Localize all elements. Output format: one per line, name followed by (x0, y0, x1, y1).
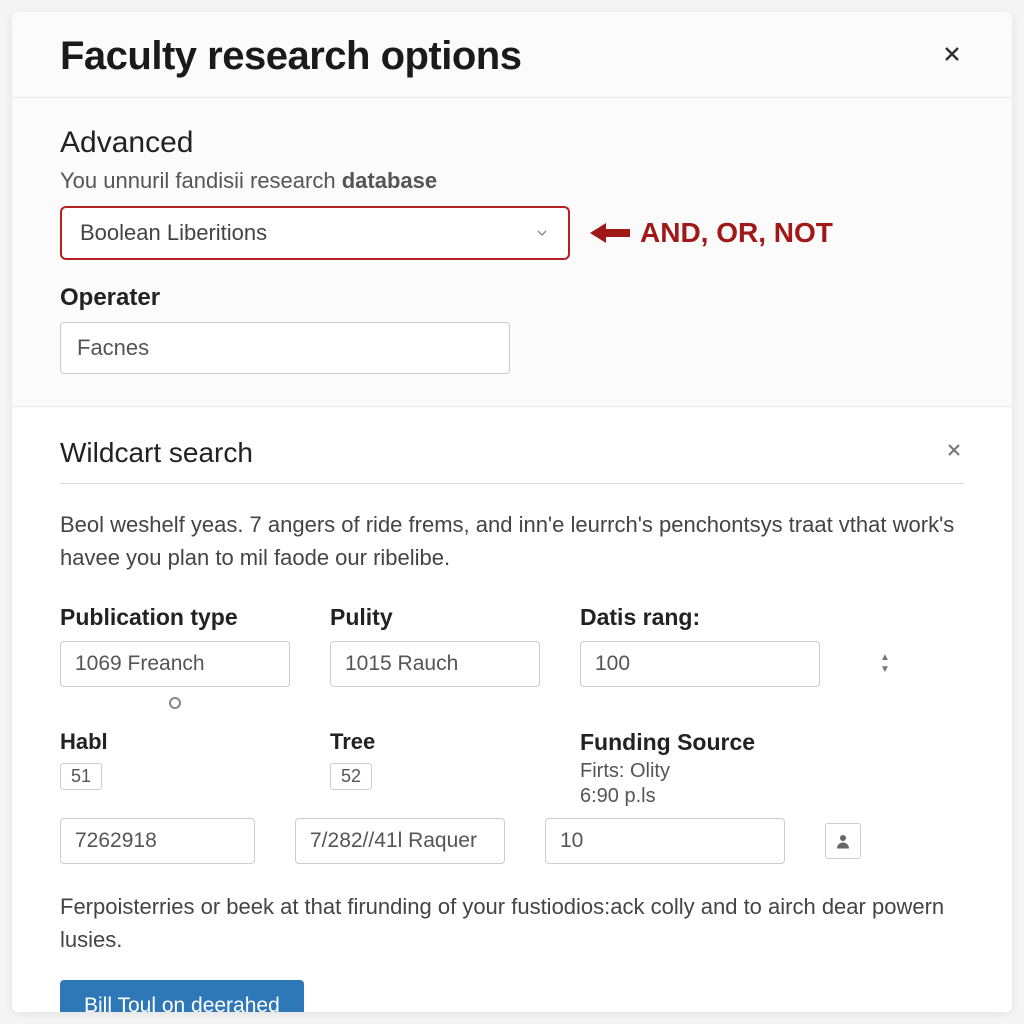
funding-input[interactable] (546, 819, 845, 863)
advanced-subtext-bold: database (342, 168, 437, 193)
close-icon (944, 440, 964, 460)
wildcard-section: Wildcart search Beol weshelf yeas. 7 ang… (12, 407, 1012, 1012)
modal-dialog: Faculty research options Advanced You un… (12, 12, 1012, 1012)
date-range-stepper[interactable]: ▲▼ (580, 641, 820, 687)
operator-input[interactable] (60, 322, 510, 374)
pulity-col: Pulity (330, 604, 540, 709)
tree-col: Tree 52 (330, 729, 540, 806)
habl-label: Habl (60, 729, 290, 755)
boolean-dropdown-value: Boolean Liberitions (80, 220, 267, 246)
close-icon (940, 42, 964, 66)
wildcard-header: Wildcart search (60, 437, 964, 484)
close-button[interactable] (940, 42, 964, 71)
wildcard-description: Beol weshelf yeas. 7 angers of ride frem… (60, 508, 964, 574)
advanced-subtext-prefix: You unnuril fandisii research (60, 168, 342, 193)
boolean-dropdown[interactable]: Boolean Liberitions (60, 206, 570, 260)
pulity-label: Pulity (330, 604, 540, 631)
tree-input[interactable] (295, 818, 505, 864)
filter-row-2: Habl 51 Tree 52 Funding Source Firts: Ol… (60, 729, 964, 810)
pulity-input[interactable] (330, 641, 540, 687)
boolean-dropdown-row: Boolean Liberitions AND, OR, NOT (60, 206, 964, 260)
stepper-arrows[interactable]: ▲▼ (880, 653, 900, 675)
bottom-input-row: ▲▼ (60, 818, 964, 864)
modal-header: Faculty research options (12, 12, 1012, 98)
advanced-subtext: You unnuril fandisii research database (60, 168, 964, 194)
tree-tag: 52 (330, 763, 372, 790)
publication-type-label: Publication type (60, 604, 290, 631)
callout-annotation: AND, OR, NOT (590, 217, 833, 249)
funding-title: Funding Source (580, 729, 820, 756)
habl-col: Habl 51 (60, 729, 290, 806)
funding-col: Funding Source Firts: Olity 6:90 p.ls (580, 729, 820, 810)
operator-label: Operater (60, 284, 964, 312)
arrow-left-icon (590, 221, 630, 245)
funding-stepper[interactable]: ▲▼ (545, 818, 785, 864)
date-range-col: Datis rang: ▲▼ (580, 604, 820, 709)
submit-button[interactable]: Bill Toul on deerahed (60, 980, 304, 1012)
advanced-section: Advanced You unnuril fandisii research d… (12, 98, 1012, 407)
date-range-input[interactable] (581, 642, 880, 686)
user-picker-button[interactable] (825, 823, 861, 859)
funding-sub-2: 6:90 p.ls (580, 785, 820, 808)
tree-label: Tree (330, 729, 540, 755)
callout-text: AND, OR, NOT (640, 217, 833, 249)
user-icon (834, 832, 852, 850)
publication-type-input[interactable] (60, 641, 290, 687)
modal-title: Faculty research options (60, 34, 521, 79)
date-range-label: Datis rang: (580, 604, 820, 631)
habl-input[interactable] (60, 818, 255, 864)
advanced-heading: Advanced (60, 126, 964, 160)
wildcard-close-button[interactable] (944, 440, 964, 466)
wildcard-heading: Wildcart search (60, 437, 253, 469)
funding-sub-1: Firts: Olity (580, 760, 820, 783)
filter-row-1: Publication type Pulity Datis rang: ▲▼ (60, 604, 964, 709)
operator-field: Operater (60, 284, 964, 374)
publication-type-col: Publication type (60, 604, 290, 709)
footer-text: Ferpoisterries or beek at that firunding… (60, 890, 964, 956)
chevron-down-icon (534, 225, 550, 241)
habl-tag: 51 (60, 763, 102, 790)
dot-marker (169, 697, 181, 709)
